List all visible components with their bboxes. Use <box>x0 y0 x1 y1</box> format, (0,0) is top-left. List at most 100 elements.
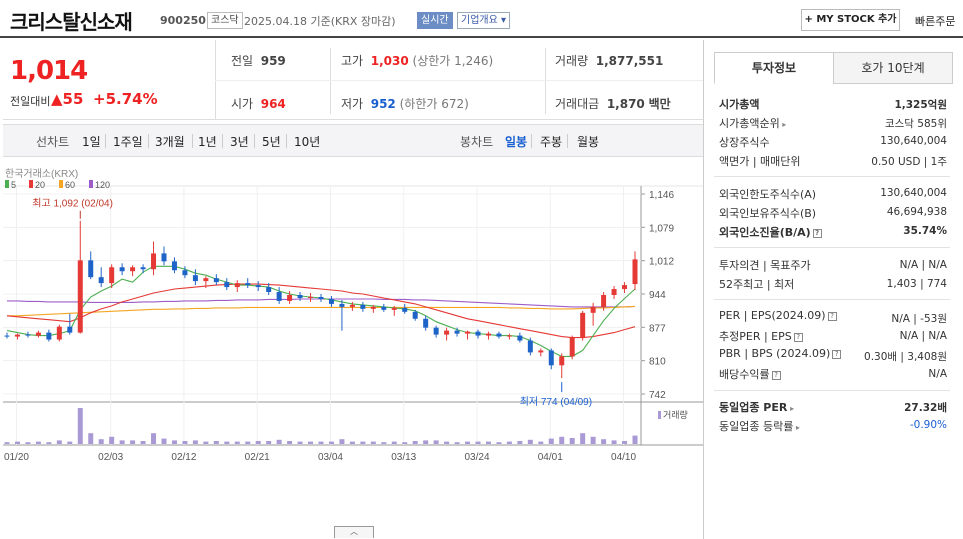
low-item: 저가 952 (하한가 672) <box>341 95 469 112</box>
volume-bar <box>475 441 481 444</box>
dividend-text: 배당수익률 <box>719 368 770 381</box>
amount-unit: 백만 <box>648 97 671 111</box>
volume-label: 거래량 <box>555 54 589 68</box>
volume-bar <box>370 441 376 444</box>
x-tick-label: 01/20 <box>4 452 29 463</box>
price-chart[interactable]: 1,146 1,079 1,012 944 877 810 742 01/20 02/03 02/… <box>3 160 703 525</box>
volume-bar <box>444 441 450 444</box>
company-info-dropdown[interactable]: 기업개요 ▾ <box>457 12 511 29</box>
candle-body <box>548 350 554 366</box>
candle-body <box>622 285 628 290</box>
volume-item: 거래량 1,877,551 <box>555 52 663 69</box>
per-text: PER | EPS(2024.09) <box>719 309 826 322</box>
period-1y[interactable]: 1년 <box>198 133 217 150</box>
opinion-value: N/A | N/A <box>899 259 947 271</box>
volume-bar <box>339 439 345 444</box>
help-icon[interactable]: ? <box>812 228 822 238</box>
volume-bar <box>151 433 157 444</box>
sector-change-value: -0.90% <box>909 419 947 431</box>
lower-limit: (하한가 672) <box>399 97 469 111</box>
candle-body <box>517 335 523 341</box>
candle-body <box>402 307 408 312</box>
candle-body <box>391 307 397 310</box>
candle-body <box>245 283 251 286</box>
volume-bar <box>423 440 429 444</box>
market-cap-value: 1,325억원 <box>894 99 947 111</box>
sector-per-label[interactable]: 동일업종 PER ▸ <box>719 399 794 415</box>
volume-bar <box>506 441 512 444</box>
realtime-button[interactable]: 실시간 <box>417 12 453 29</box>
current-price: 1,014 <box>10 56 88 86</box>
add-mystock-button[interactable]: + MY STOCK 추가 <box>801 9 900 31</box>
candle-body <box>182 270 188 276</box>
volume-bar <box>454 442 460 444</box>
est-per-text: 추정PER | EPS <box>719 330 792 343</box>
candle-body <box>601 294 607 307</box>
x-tick-label: 03/24 <box>464 452 489 463</box>
candle-chart-label: 봉차트 <box>460 135 494 149</box>
x-tick-label: 02/12 <box>171 452 196 463</box>
tab-orderbook[interactable]: 호가 10단계 <box>833 52 953 84</box>
candle-weekly[interactable]: 주봉 <box>540 133 562 150</box>
low-label: 저가 <box>341 97 364 111</box>
x-tick-label: 02/21 <box>245 452 270 463</box>
help-icon[interactable]: ? <box>832 349 842 359</box>
change-label: 전일대비 <box>10 95 51 108</box>
candle-body <box>611 289 617 295</box>
sector-per-value: 27.32배 <box>904 402 947 414</box>
fast-order-link[interactable]: 빠른주문 <box>915 13 955 29</box>
cap-rank-label[interactable]: 시가총액순위 ▸ <box>719 115 786 131</box>
volume-bar <box>590 436 596 444</box>
volume-bar <box>559 436 565 444</box>
volume-bar <box>171 440 177 444</box>
volume-bar <box>266 441 272 444</box>
candle-body <box>339 303 345 307</box>
volume-bar <box>245 441 251 444</box>
candle-body <box>569 337 575 357</box>
sector-change-text: 동일업종 등락률 <box>719 420 794 433</box>
y-tick-label: 877 <box>649 323 666 334</box>
low-value: 952 <box>370 97 396 111</box>
help-icon[interactable]: ? <box>793 332 803 342</box>
w52-value: 1,403 | 774 <box>886 278 947 290</box>
period-10y[interactable]: 10년 <box>294 133 320 150</box>
candle-body <box>161 253 167 262</box>
period-1d[interactable]: 1일 <box>82 133 101 150</box>
candle-body <box>318 296 324 299</box>
candle-body <box>224 282 230 288</box>
opinion-label: 투자의견 | 목표주가 <box>719 259 811 272</box>
candle-monthly[interactable]: 월봉 <box>577 133 599 150</box>
x-tick-label: 03/13 <box>391 452 416 463</box>
separator <box>567 134 568 148</box>
collapse-chart-button[interactable]: ︿ <box>334 526 374 538</box>
help-icon[interactable]: ? <box>771 370 781 380</box>
volume-bar <box>548 438 554 444</box>
foreign-hold-value: 46,694,938 <box>886 206 947 218</box>
candle-body <box>130 267 136 272</box>
chevron-up-icon: ︿ <box>350 527 358 536</box>
open-label: 시가 <box>231 97 254 111</box>
candle-body <box>444 330 450 335</box>
volume-bar <box>35 441 41 444</box>
divider <box>714 299 950 300</box>
volume-bar <box>433 440 439 444</box>
volume-bar <box>465 441 471 444</box>
ma20-line <box>6 283 636 339</box>
candle-body <box>632 259 638 285</box>
sector-change-label[interactable]: 동일업종 등락률 ▸ <box>719 418 800 434</box>
period-5y[interactable]: 5년 <box>262 133 281 150</box>
volume-bar <box>140 441 146 444</box>
candle-body <box>14 334 20 337</box>
w52-label: 52주최고 | 최저 <box>719 278 795 291</box>
period-3y[interactable]: 3년 <box>230 133 249 150</box>
period-3m[interactable]: 3개월 <box>155 133 185 150</box>
candle-body <box>119 267 125 272</box>
tab-investment-info[interactable]: 투자정보 <box>714 52 834 84</box>
candle-body <box>213 278 219 283</box>
high-item: 고가 1,030 (상한가 1,246) <box>341 52 493 69</box>
x-tick-label: 02/03 <box>98 452 123 463</box>
help-icon[interactable]: ? <box>827 311 837 321</box>
period-1w[interactable]: 1주일 <box>113 133 143 150</box>
pbr-value: 0.30배 | 3,408원 <box>864 351 947 363</box>
candle-daily[interactable]: 일봉 <box>505 133 527 150</box>
